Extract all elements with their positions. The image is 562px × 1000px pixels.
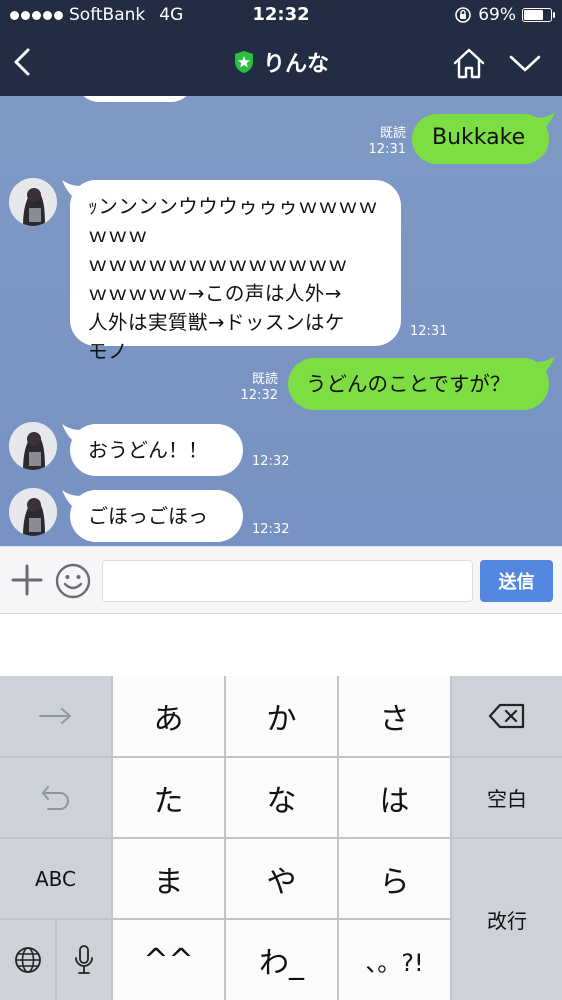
avatar[interactable] [9, 422, 57, 470]
message-bubble-sent[interactable]: うどんのことですが？ [288, 358, 549, 410]
key-wa[interactable]: わ_ [226, 920, 337, 1000]
bubble-tail [537, 356, 555, 372]
key-ta[interactable]: た [113, 758, 224, 837]
message-input-bar: 送信 [0, 546, 562, 614]
message-text: Bukkake [432, 125, 526, 150]
top-bar: SoftBank 4G 12:32 69% りんな [0, 0, 562, 96]
key-abc[interactable]: ABC [0, 839, 111, 918]
orientation-lock-icon [455, 7, 472, 23]
keyboard: あ か さ た な は 空白 ABC ま や ら 改行 ^^ わ_ 、。?! [0, 676, 562, 1000]
key-next-candidate[interactable] [0, 676, 111, 756]
globe-icon [14, 947, 41, 973]
message-time: 12:31 [410, 324, 448, 339]
message-meta: 既読 12:31 [350, 126, 406, 158]
home-icon[interactable] [452, 46, 486, 80]
chat-area[interactable]: 既読 12:31 Bukkake ｯンンンンウウウゥゥゥｗｗｗｗｗｗｗ ｗｗｗｗ… [0, 96, 562, 546]
emoji-icon[interactable] [54, 562, 92, 600]
message-bubble-sent[interactable]: Bukkake [412, 114, 549, 164]
message-text: おうどん！！ [88, 438, 208, 462]
arrow-right-icon [38, 708, 71, 724]
key-punctuation[interactable]: 、。?! [339, 920, 450, 1000]
message-text: うどんのことですが？ [306, 372, 511, 396]
keyboard-accessory-area [0, 614, 562, 676]
key-ya[interactable]: や [226, 839, 337, 918]
key-kaomoji[interactable]: ^^ [113, 920, 224, 1000]
key-ha[interactable]: は [339, 758, 450, 837]
previous-message-bubble [76, 96, 194, 102]
status-right: 69% [454, 5, 555, 25]
status-bar: SoftBank 4G 12:32 69% [0, 0, 562, 32]
read-receipt: 既読 [251, 372, 278, 387]
battery-icon [522, 8, 555, 22]
send-button[interactable]: 送信 [480, 560, 553, 602]
key-ra[interactable]: ら [339, 839, 450, 918]
message-input[interactable] [102, 560, 473, 602]
key-ka[interactable]: か [226, 676, 337, 756]
message-time: 12:32 [252, 522, 290, 537]
chat-title-text: りんな [262, 52, 329, 77]
bubble-tail [537, 112, 555, 128]
nav-bar: りんな [0, 32, 562, 96]
message-bubble-received[interactable]: ごほっごほっ [70, 490, 243, 542]
key-a[interactable]: あ [113, 676, 224, 756]
key-ma[interactable]: ま [113, 839, 224, 918]
message-line: ｯンンンンウウウゥゥゥｗｗｗｗｗｗｗ [88, 195, 379, 247]
message-bubble-received[interactable]: ｯンンンンウウウゥゥゥｗｗｗｗｗｗｗ ｗｗｗｗｗｗｗｗｗｗｗｗｗ ｗｗｗｗｗ→こ… [70, 180, 401, 363]
message-time: 12:31 [368, 142, 406, 157]
key-delete[interactable] [452, 676, 562, 756]
message-bubble-received[interactable]: おうどん！！ [70, 424, 243, 476]
message-meta: 既読 12:32 [222, 372, 278, 404]
key-na[interactable]: な [226, 758, 337, 837]
shield-star-icon [234, 51, 253, 73]
key-dictation[interactable] [57, 920, 111, 1000]
message-time: 12:32 [252, 454, 290, 469]
avatar[interactable] [9, 178, 57, 226]
avatar[interactable] [9, 488, 57, 536]
message-line: ｗｗｗｗｗ→この声は人外→ [88, 282, 342, 305]
key-space[interactable]: 空白 [452, 758, 562, 837]
chevron-down-icon[interactable] [508, 52, 542, 74]
key-undo[interactable] [0, 758, 111, 837]
avatar-image [9, 178, 57, 226]
avatar-image [9, 488, 57, 536]
plus-icon[interactable] [10, 563, 44, 597]
delete-icon [488, 703, 525, 729]
message-line: ｗｗｗｗｗｗｗｗｗｗｗｗｗ [88, 253, 349, 276]
avatar-image [9, 422, 57, 470]
message-text: ごほっごほっ [88, 504, 208, 528]
key-sa[interactable]: さ [339, 676, 450, 756]
key-return[interactable]: 改行 [452, 839, 562, 1000]
undo-icon [41, 785, 69, 810]
message-time: 12:32 [240, 388, 278, 403]
read-receipt: 既読 [379, 126, 406, 141]
key-globe[interactable] [0, 920, 55, 1000]
message-line: 人外は実質獣→ドッスンはケ [88, 311, 345, 334]
microphone-icon [75, 945, 93, 974]
battery-percent: 69% [478, 5, 516, 25]
